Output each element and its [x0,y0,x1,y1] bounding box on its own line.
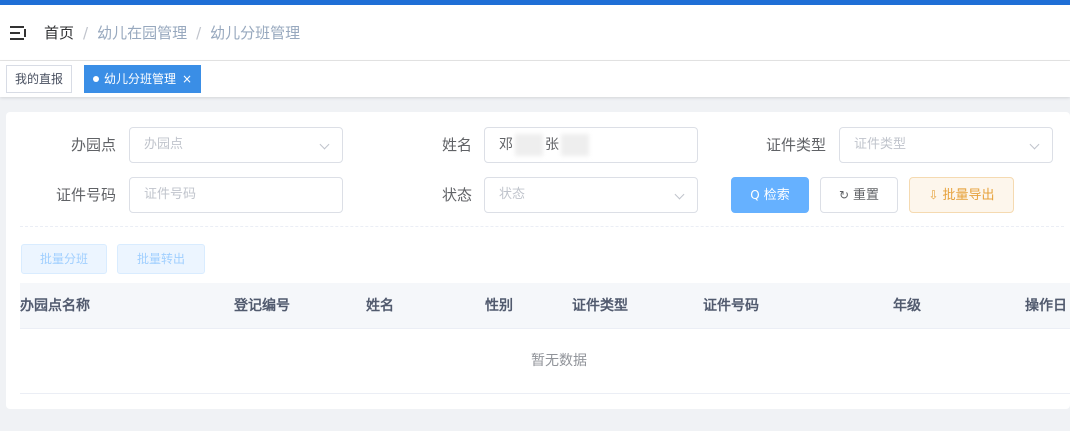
chevron-down-icon [1029,139,1040,150]
table-header: 办园点名称 登记编号 姓名 性别 证件类型 证件号码 年级 操作日 [20,283,1070,329]
tag-label: 我的直报 [15,72,64,86]
name-label: 姓名 [441,136,472,154]
redacted-block [561,134,589,156]
tag-label: 幼儿分班管理 [104,72,177,86]
tag-class-management[interactable]: 幼儿分班管理 × [84,65,202,93]
search-button-label: 检索 [763,188,790,203]
breadcrumb-level1: 幼儿在园管理 [97,24,188,42]
idno-input[interactable]: 证件号码 [129,177,343,213]
chevron-down-icon [319,139,330,150]
search-icon: Q [750,188,760,202]
idtype-label: 证件类型 [765,136,826,154]
tag-my-report[interactable]: 我的直报 [6,65,73,93]
breadcrumb-separator: / [83,23,89,42]
idno-placeholder: 证件号码 [144,187,197,202]
campus-label: 办园点 [70,136,116,154]
empty-text: 暂无数据 [531,353,587,369]
column-gender: 性别 [485,298,513,314]
close-icon[interactable]: × [182,72,192,86]
column-operation-date: 操作日 [1025,298,1067,314]
menu-toggle-icon[interactable] [10,24,28,42]
column-registration-no: 登记编号 [234,298,290,314]
status-placeholder: 状态 [499,187,526,202]
batch-transfer-button[interactable]: 批量转出 [117,244,205,274]
column-id-number: 证件号码 [703,298,759,314]
column-campus-name: 办园点名称 [20,298,90,314]
name-text-1: 邓 [499,137,513,153]
chevron-down-icon [674,189,685,200]
breadcrumb-level2: 幼儿分班管理 [210,24,301,42]
name-input[interactable]: 邓张 [484,127,698,163]
column-grade: 年级 [893,298,921,314]
campus-placeholder: 办园点 [144,137,184,152]
breadcrumb-separator: / [196,23,202,42]
export-button-label: 批量导出 [942,188,995,203]
idtype-select[interactable]: 证件类型 [839,127,1053,163]
campus-select[interactable]: 办园点 [129,127,343,163]
header: 首页 / 幼儿在园管理 / 幼儿分班管理 [0,5,1070,61]
column-id-type: 证件类型 [572,298,628,314]
reset-button[interactable]: ↻ 重置 [820,177,898,213]
divider [20,226,1064,227]
reset-button-label: 重置 [853,188,880,203]
breadcrumb-home[interactable]: 首页 [44,22,74,43]
search-button[interactable]: Q 检索 [731,177,809,213]
download-icon: ⇩ [928,188,939,202]
name-text-2: 张 [545,137,559,153]
export-button[interactable]: ⇩ 批量导出 [909,177,1014,213]
tags-view: 我的直报 幼儿分班管理 × [0,61,1070,97]
idtype-placeholder: 证件类型 [854,137,907,152]
refresh-icon: ↻ [838,188,850,202]
batch-assign-button[interactable]: 批量分班 [21,244,107,274]
breadcrumb: 首页 / 幼儿在园管理 / 幼儿分班管理 [44,22,300,43]
status-select[interactable]: 状态 [484,177,698,213]
redacted-block [515,134,543,156]
idno-label: 证件号码 [55,186,116,204]
column-name: 姓名 [366,298,394,314]
status-label: 状态 [441,186,472,204]
active-dot-icon [93,75,99,82]
table-body: 暂无数据 [20,329,1070,394]
